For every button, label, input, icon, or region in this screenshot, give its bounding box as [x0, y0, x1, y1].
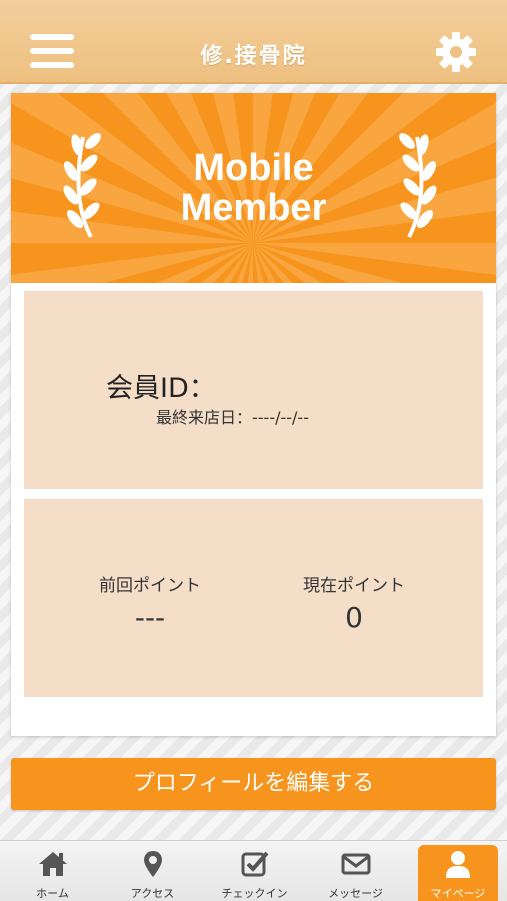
- member-id-panel: 会員ID： 最終来店日：----/--/--: [24, 291, 483, 489]
- tab-messages-label: メッセージ: [328, 887, 383, 900]
- mobile-member-banner: Mobile Member: [11, 93, 496, 283]
- banner-title-line2: Member: [180, 187, 327, 229]
- edit-profile-button[interactable]: プロフィールを編集する: [11, 758, 496, 810]
- tab-home[interactable]: ホーム: [2, 841, 103, 901]
- gear-icon: [436, 32, 476, 72]
- last-visit-date: 最終来店日：----/--/--: [156, 408, 309, 427]
- tab-checkin[interactable]: チェックイン: [204, 841, 305, 901]
- app-title: 修.接骨院: [200, 44, 307, 69]
- app-header: 修.接骨院: [0, 0, 507, 84]
- tab-access-label: アクセス: [130, 887, 175, 900]
- envelope-icon: [341, 853, 371, 875]
- tab-checkin-label: チェックイン: [221, 887, 288, 900]
- member-id-label: 会員ID：: [106, 373, 216, 404]
- previous-points-value: ---: [134, 601, 166, 634]
- bottom-tab-bar: ホーム アクセス チェックイン メッセージ マイページ: [0, 840, 507, 901]
- banner-title-line1: Mobile: [193, 147, 314, 189]
- checkbox-icon: [241, 851, 269, 877]
- user-icon: [446, 851, 470, 878]
- tab-messages[interactable]: メッセージ: [305, 841, 406, 901]
- tab-mypage[interactable]: マイページ: [418, 845, 498, 901]
- member-card: Mobile Member 会員ID： 最終来店日：----/--/-- 前回ポ…: [11, 93, 496, 736]
- points-panel: 前回ポイント --- 現在ポイント 0: [24, 499, 483, 697]
- home-icon: [39, 852, 67, 876]
- tab-mypage-label: マイページ: [430, 887, 486, 900]
- tab-access[interactable]: アクセス: [102, 841, 203, 901]
- current-points-label: 現在ポイント: [303, 576, 405, 596]
- previous-points-label: 前回ポイント: [99, 576, 201, 596]
- tab-home-label: ホーム: [36, 887, 69, 900]
- map-pin-icon: [144, 851, 162, 877]
- banner-title: Mobile Member: [11, 148, 496, 228]
- settings-button[interactable]: [435, 31, 477, 73]
- current-points-value: 0: [345, 601, 363, 634]
